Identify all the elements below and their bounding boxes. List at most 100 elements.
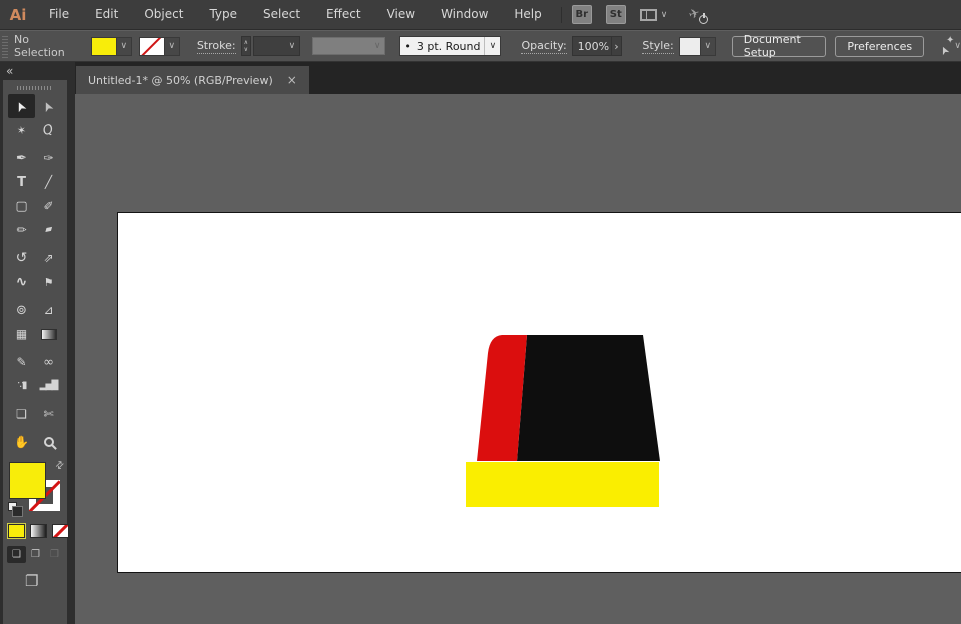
- color-mode-none-button[interactable]: [52, 524, 69, 538]
- tools-grid: ➤ ➤ ✶ Q ✒ ✑ T ╱ ▢ ✐ ✏ ▰ ↺ ⇗ ∿ ⚑ ⊚ ⊿ ▦ ✎ ∞ ∵▮ ▂▅█ ❏ ✄ ✋: [8, 94, 64, 454]
- eraser-tool-icon: ▰: [43, 223, 54, 236]
- bridge-button[interactable]: Br: [571, 5, 592, 24]
- color-mode-color-button[interactable]: [7, 523, 26, 539]
- stroke-label[interactable]: Stroke:: [196, 39, 236, 54]
- hand-tool[interactable]: ✋: [8, 430, 35, 454]
- spin-down-icon[interactable]: ∨: [244, 46, 248, 53]
- shaper-tool[interactable]: ✏: [8, 218, 35, 242]
- brush-preview-dot: •: [404, 39, 411, 53]
- column-graph-tool[interactable]: ▂▅█: [35, 374, 62, 398]
- graphic-style-dropdown[interactable]: ∨: [699, 37, 715, 55]
- hand-tool-icon: ✋: [14, 435, 29, 449]
- control-bar-grip[interactable]: [2, 34, 8, 58]
- brush-definition-value: 3 pt. Round: [416, 39, 481, 53]
- app-logo: Ai: [9, 5, 27, 24]
- magic-wand-tool[interactable]: ✶: [8, 118, 35, 142]
- selection-status: No Selection: [14, 33, 65, 59]
- opacity-arrow-button[interactable]: ›: [611, 36, 623, 56]
- rotate-tool[interactable]: ↺: [8, 246, 35, 270]
- perspective-grid-tool[interactable]: ⊿: [35, 298, 62, 322]
- menu-item-window[interactable]: Window: [428, 0, 501, 29]
- brush-definition-dropdown[interactable]: ∨: [484, 37, 501, 55]
- stroke-color-swatch[interactable]: [139, 37, 164, 55]
- opacity-label[interactable]: Opacity:: [521, 39, 567, 54]
- curvature-tool[interactable]: ✑: [35, 146, 62, 170]
- type-tool[interactable]: T: [8, 170, 35, 194]
- type-tool-icon: T: [17, 174, 26, 190]
- black-shape[interactable]: [517, 335, 660, 461]
- puppet-warp-tool[interactable]: ⚑: [35, 270, 62, 294]
- menu-item-edit[interactable]: Edit: [82, 0, 131, 29]
- fill-color-control[interactable]: ∨: [90, 36, 132, 56]
- stroke-weight-stepper[interactable]: ∧ ∨: [240, 36, 251, 56]
- fill-color-dropdown[interactable]: ∨: [115, 37, 131, 55]
- draw-inside-button[interactable]: ❒: [45, 546, 64, 563]
- width-profile-dropdown[interactable]: ∨: [312, 37, 386, 55]
- line-segment-tool-icon: ╱: [44, 175, 53, 189]
- menu-item-view[interactable]: View: [374, 0, 428, 29]
- menu-item-select[interactable]: Select: [250, 0, 313, 29]
- lasso-tool[interactable]: Q: [35, 118, 62, 142]
- artboard-tool-icon: ❏: [16, 407, 27, 421]
- document-setup-button[interactable]: Document Setup: [731, 33, 827, 59]
- mesh-tool[interactable]: ▦: [8, 322, 35, 346]
- document-tab-title: Untitled-1* @ 50% (RGB/Preview): [88, 73, 273, 87]
- stroke-weight-combo[interactable]: ∨: [252, 36, 301, 56]
- stroke-color-dropdown[interactable]: ∨: [163, 37, 179, 55]
- chevron-down-icon[interactable]: ∨: [661, 10, 668, 20]
- selection-tool[interactable]: ➤: [8, 94, 35, 118]
- width-tool[interactable]: ∿: [8, 270, 35, 294]
- zoom-tool-icon: [43, 437, 54, 447]
- preferences-button[interactable]: Preferences: [835, 35, 925, 57]
- menu-item-effect[interactable]: Effect: [313, 0, 374, 29]
- scale-tool[interactable]: ⇗: [35, 246, 62, 270]
- puppet-warp-tool-icon: ⚑: [43, 275, 54, 289]
- menu-item-type[interactable]: Type: [196, 0, 250, 29]
- menu-item-file[interactable]: File: [36, 0, 82, 29]
- graphic-style-swatch[interactable]: [679, 37, 700, 55]
- paintbrush-tool[interactable]: ✐: [35, 194, 62, 218]
- opacity-field[interactable]: 100%: [571, 36, 612, 56]
- gradient-tool[interactable]: [35, 322, 62, 346]
- stroke-color-control[interactable]: ∨: [138, 36, 180, 56]
- pen-tool[interactable]: ✒: [8, 146, 35, 170]
- document-tab[interactable]: Untitled-1* @ 50% (RGB/Preview) ×: [76, 66, 309, 94]
- zoom-tool[interactable]: [35, 430, 62, 454]
- gpu-performance-icon[interactable]: ✈: [687, 6, 709, 24]
- menu-item-object[interactable]: Object: [131, 0, 196, 29]
- rectangle-tool[interactable]: ▢: [8, 194, 35, 218]
- default-fill-stroke-icon[interactable]: [8, 502, 23, 517]
- fill-color-swatch[interactable]: [91, 37, 116, 55]
- draw-normal-button[interactable]: ❏: [7, 546, 26, 563]
- symbol-sprayer-tool[interactable]: ∵▮: [8, 374, 35, 398]
- menu-item-help[interactable]: Help: [501, 0, 554, 29]
- screen-mode-button[interactable]: ❐: [25, 572, 38, 590]
- chevron-down-icon: ∨: [288, 41, 296, 51]
- eyedropper-tool[interactable]: ✎: [8, 350, 35, 374]
- stock-button[interactable]: St: [605, 5, 626, 24]
- yellow-shape[interactable]: [466, 462, 659, 507]
- collapse-panel-icon[interactable]: «: [6, 64, 13, 78]
- graphic-style-control[interactable]: ∨: [678, 36, 716, 56]
- draw-behind-button[interactable]: ❐: [26, 546, 45, 563]
- spin-up-icon[interactable]: ∧: [244, 39, 248, 46]
- blend-tool[interactable]: ∞: [35, 350, 62, 374]
- line-segment-tool[interactable]: ╱: [35, 170, 62, 194]
- close-tab-icon[interactable]: ×: [287, 73, 297, 87]
- eraser-tool[interactable]: ▰: [35, 218, 62, 242]
- slice-tool[interactable]: ✄: [35, 402, 62, 426]
- canvas-stage[interactable]: [75, 94, 961, 624]
- color-mode-gradient-button[interactable]: [30, 524, 47, 538]
- shape-builder-tool[interactable]: ⊚: [8, 298, 35, 322]
- artboard-tool[interactable]: ❏: [8, 402, 35, 426]
- panel-grip[interactable]: [17, 86, 53, 90]
- brush-definition-combo[interactable]: • 3 pt. Round ∨: [399, 36, 502, 56]
- chevron-down-icon[interactable]: ∨: [954, 41, 961, 51]
- menu-items: File Edit Object Type Select Effect View Window…: [36, 0, 555, 29]
- select-similar-icon[interactable]: ✦ ➤: [937, 35, 955, 57]
- swap-fill-stroke-icon[interactable]: ⇄: [53, 459, 67, 473]
- workspace-switcher-icon[interactable]: [639, 8, 657, 21]
- direct-selection-tool[interactable]: ➤: [35, 94, 62, 118]
- none-slash-icon: [53, 525, 68, 537]
- fill-indicator[interactable]: [9, 462, 46, 499]
